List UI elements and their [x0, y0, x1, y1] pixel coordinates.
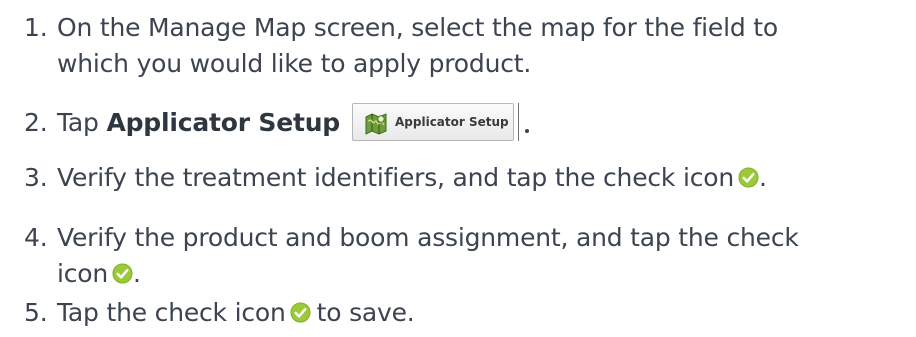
step-text: Verify the product and boom assignment, …: [57, 223, 799, 252]
step-suffix: to save.: [316, 298, 415, 327]
period: [525, 129, 529, 133]
step-number: 1.: [24, 13, 48, 42]
step-text: On the Manage Map screen, select the map…: [57, 13, 778, 42]
step-4: 4. Verify the product and boom assignment…: [24, 220, 896, 292]
step-number: 4.: [24, 223, 48, 252]
applicator-setup-button-label: Applicator Setup: [395, 115, 509, 129]
step-text-continuation: icon .: [24, 256, 896, 292]
map-icon: [363, 110, 389, 146]
step-number: 3.: [24, 163, 48, 192]
applicator-setup-label: Applicator Setup: [106, 108, 340, 137]
instruction-steps: 1. On the Manage Map screen, select the m…: [0, 0, 916, 337]
step-number: 5.: [24, 298, 48, 327]
check-icon: [290, 302, 311, 323]
applicator-setup-button[interactable]: Applicator Setup: [352, 103, 519, 141]
step-5: 5. Tap the check icon to save.: [24, 295, 896, 331]
step-2: 2. Tap Applicator Setup Applicator Setup: [24, 103, 896, 141]
step-suffix: .: [758, 163, 767, 192]
step-3: 3. Verify the treatment identifiers, and …: [24, 160, 896, 196]
step-text: Tap the check icon: [57, 298, 286, 327]
step-suffix: .: [133, 259, 141, 288]
step-number: 2.: [24, 108, 48, 137]
step-text-icon-word: icon: [57, 259, 109, 288]
check-icon: [738, 167, 759, 188]
step-text: Verify the treatment identifiers, and ta…: [57, 163, 734, 192]
step-text: Tap: [57, 108, 107, 137]
step-text-continuation: which you would like to apply product.: [57, 49, 532, 78]
step-1: 1. On the Manage Map screen, select the m…: [24, 10, 896, 82]
check-icon: [112, 263, 133, 284]
